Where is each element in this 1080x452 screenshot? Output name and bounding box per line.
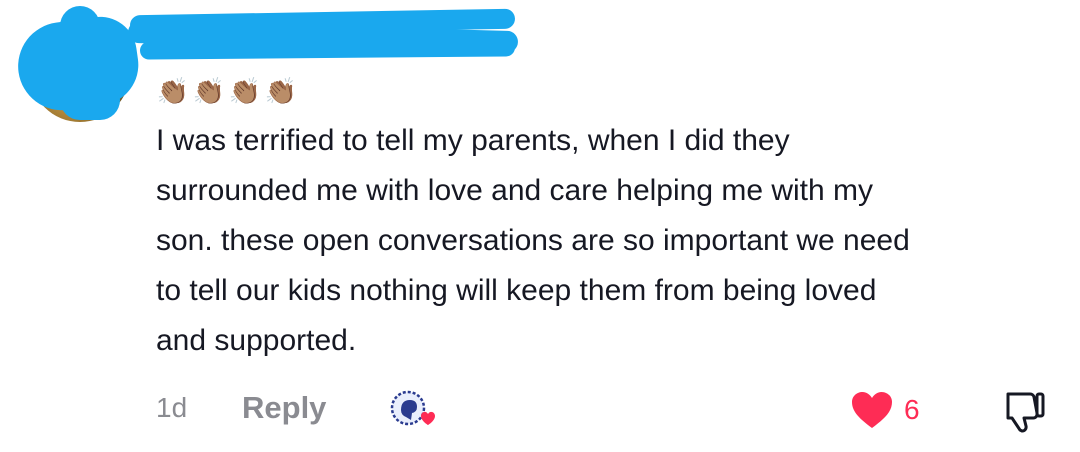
comment-item: 👏🏽 👏🏽 👏🏽 👏🏽 I was terrified to tell my p… — [0, 0, 1080, 452]
redaction-mark — [139, 38, 516, 60]
emoji-row: 👏🏽 👏🏽 👏🏽 👏🏽 — [156, 75, 298, 106]
like-count: 6 — [904, 394, 920, 425]
clapping-hands-emoji: 👏🏽 — [192, 75, 226, 106]
comment-age: 1d — [156, 392, 188, 423]
redaction-mark — [60, 6, 100, 46]
comment-text: I was terrified to tell my parents, when… — [156, 124, 910, 357]
comment-actions: 1d Reply 6 — [0, 386, 1080, 436]
heart-brain-sticker-icon[interactable] — [388, 388, 442, 432]
heart-icon[interactable] — [850, 390, 894, 430]
thumbs-down-icon[interactable] — [1000, 390, 1046, 434]
clapping-hands-emoji: 👏🏽 — [156, 75, 190, 106]
reply-button[interactable]: Reply — [242, 390, 326, 426]
clapping-hands-emoji: 👏🏽 — [228, 75, 262, 106]
clapping-hands-emoji: 👏🏽 — [264, 75, 298, 106]
redaction-mark — [60, 80, 120, 120]
